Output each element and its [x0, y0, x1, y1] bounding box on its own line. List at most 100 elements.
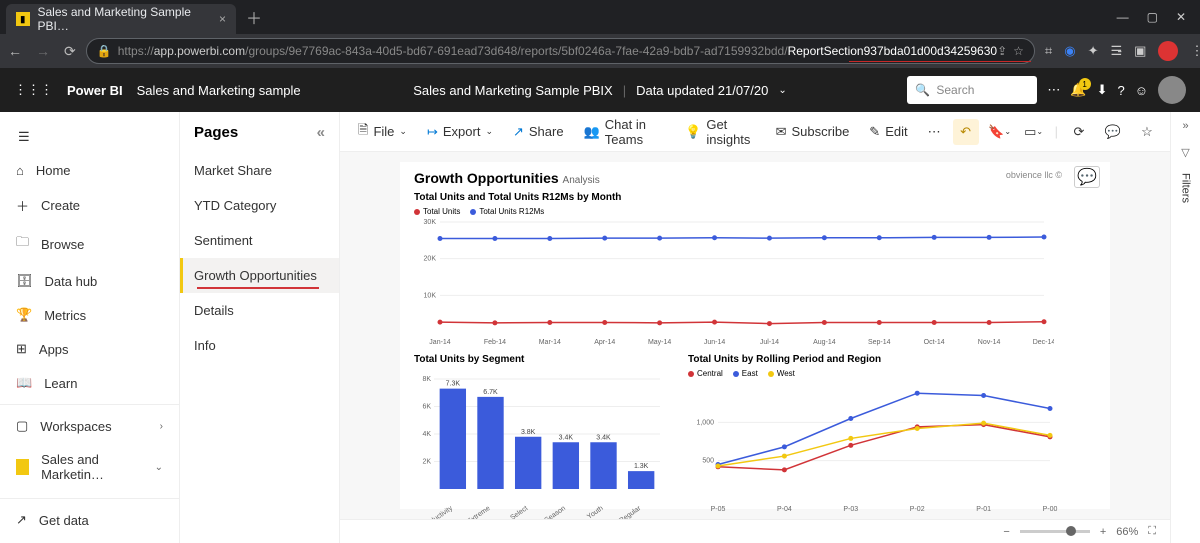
comments-button[interactable]: 💬: [1100, 119, 1126, 145]
pages-panel: Pages « Market ShareYTD CategorySentimen…: [180, 112, 340, 543]
search-input[interactable]: 🔍 Search: [907, 76, 1037, 104]
help-icon[interactable]: ?: [1117, 83, 1124, 98]
share-url-icon[interactable]: ⇪: [997, 44, 1007, 58]
file-menu[interactable]: 🗎File⌄: [350, 117, 415, 147]
tab-close-icon[interactable]: ×: [219, 12, 226, 26]
nav-browse[interactable]: 🗀Browse: [0, 224, 179, 264]
filter-icon[interactable]: ▽: [1181, 146, 1189, 159]
fit-page-button[interactable]: ⛶: [1148, 525, 1156, 538]
ext-3-icon[interactable]: ▣: [1134, 43, 1146, 59]
bookmark-star-icon[interactable]: ☆: [1013, 44, 1024, 58]
svg-text:3.4K: 3.4K: [596, 434, 611, 441]
visual-comment-button[interactable]: 💬: [1074, 166, 1100, 188]
pencil-icon: ✎: [869, 124, 880, 140]
browser-profile-avatar[interactable]: [1158, 41, 1178, 61]
browser-tab[interactable]: ▮ Sales and Marketing Sample PBI… ×: [6, 4, 236, 34]
right-rail: » ▽ Filters: [1170, 112, 1200, 543]
notifications-icon[interactable]: 🔔1: [1070, 82, 1086, 98]
nav-home[interactable]: ⌂Home: [0, 154, 179, 187]
url-highlight-underline: [849, 61, 1031, 62]
zoom-in-button[interactable]: +: [1100, 526, 1106, 538]
minimize-icon[interactable]: —: [1117, 10, 1129, 24]
expand-filters-icon[interactable]: »: [1182, 120, 1188, 132]
page-growth-opportunities[interactable]: Growth Opportunities: [180, 258, 339, 293]
svg-text:Jun-14: Jun-14: [704, 339, 726, 346]
get-insights-button[interactable]: 💡Get insights: [677, 113, 763, 151]
chat-teams-button[interactable]: 👥Chat in Teams: [576, 113, 674, 151]
svg-text:Select: Select: [509, 505, 529, 519]
svg-text:Nov-14: Nov-14: [978, 339, 1001, 346]
nav-apps[interactable]: ⊞Apps: [0, 332, 179, 366]
refresh-button[interactable]: ⟳: [1066, 119, 1092, 145]
reset-button[interactable]: ↶: [953, 119, 979, 145]
filters-label[interactable]: Filters: [1180, 173, 1192, 203]
nav-workspaces[interactable]: ▢Workspaces›: [0, 409, 179, 443]
page-sentiment[interactable]: Sentiment: [180, 223, 339, 258]
svg-text:6.7K: 6.7K: [483, 389, 498, 396]
maximize-icon[interactable]: ▢: [1147, 10, 1158, 24]
dots-menu-icon[interactable]: ⋯: [1047, 82, 1060, 98]
forward-icon[interactable]: →: [36, 43, 50, 59]
svg-text:Productivity: Productivity: [420, 505, 454, 519]
share-button[interactable]: ↗Share: [505, 120, 572, 144]
nav-learn[interactable]: 📖Learn: [0, 366, 179, 400]
svg-text:Jan-14: Jan-14: [429, 339, 451, 346]
edit-button[interactable]: ✎Edit: [861, 120, 915, 144]
collapse-pages-icon[interactable]: «: [317, 124, 325, 141]
zoom-out-button[interactable]: −: [1003, 526, 1009, 538]
svg-text:P-01: P-01: [976, 506, 991, 513]
ext-2-icon[interactable]: ☰̵: [1111, 43, 1123, 59]
nav-create[interactable]: ＋Create: [0, 187, 179, 224]
reload-icon[interactable]: ⟳: [64, 43, 76, 60]
browser-menu-icon[interactable]: ⋮: [1190, 43, 1200, 59]
page-ytd-category[interactable]: YTD Category: [180, 188, 339, 223]
grid-ext-icon[interactable]: ⌗: [1045, 43, 1052, 59]
svg-text:3.8K: 3.8K: [521, 429, 536, 436]
page-market-share[interactable]: Market Share: [180, 153, 339, 188]
chart-total-units-segment[interactable]: Total Units by Segment 2K4K6K8K7.3KProdu…: [414, 354, 674, 519]
bookmark-menu[interactable]: 🔖⌄: [987, 119, 1013, 145]
chevron-icon: ›: [160, 421, 163, 432]
zoom-slider[interactable]: [1020, 530, 1090, 533]
favorite-button[interactable]: ☆: [1134, 119, 1160, 145]
nav-data-hub[interactable]: 🗄Data hub: [0, 264, 179, 298]
search-icon: 🔍: [915, 83, 930, 97]
collapse-nav-button[interactable]: ☰: [0, 120, 179, 154]
chart-legend: CentralEastWest: [688, 369, 1096, 378]
chevron-down-icon[interactable]: ⌄: [778, 85, 786, 96]
get-data-button[interactable]: ↗ Get data: [0, 503, 180, 537]
svg-text:Extreme: Extreme: [466, 505, 491, 519]
nav-metrics[interactable]: 🏆Metrics: [0, 298, 179, 332]
export-icon: ↦: [427, 124, 438, 140]
download-icon[interactable]: ⬇: [1097, 82, 1108, 98]
svg-text:P-04: P-04: [777, 506, 792, 513]
back-icon[interactable]: ←: [8, 43, 22, 59]
workspaces-icon: ▢: [16, 418, 28, 434]
chart-legend: Total UnitsTotal Units R12Ms: [414, 207, 1096, 216]
view-menu[interactable]: ▭⌄: [1021, 119, 1047, 145]
canvas-footer: − + 66% ⛶: [340, 519, 1170, 543]
nav-ws[interactable]: Sales and Marketin…⌄: [0, 443, 179, 491]
new-tab-button[interactable]: ＋: [246, 5, 262, 29]
report-name: Sales and Marketing Sample PBIX: [413, 83, 612, 98]
chart-total-units-month[interactable]: Total Units and Total Units R12Ms by Mon…: [414, 192, 1096, 348]
data-updated-label[interactable]: Data updated 21/07/20: [636, 83, 768, 98]
close-window-icon[interactable]: ✕: [1176, 10, 1186, 24]
page-details[interactable]: Details: [180, 293, 339, 328]
user-avatar[interactable]: [1158, 76, 1186, 104]
subscribe-button[interactable]: ✉Subscribe: [768, 120, 858, 144]
ext-1-icon[interactable]: ◉: [1064, 43, 1075, 59]
report-canvas: Growth Opportunities Analysis obvience l…: [340, 152, 1170, 519]
workspace-name[interactable]: Sales and Marketing sample: [137, 83, 301, 98]
extensions-icon[interactable]: ✦: [1088, 43, 1099, 59]
more-menu[interactable]: ⋯: [920, 120, 949, 144]
svg-text:All Season: All Season: [536, 505, 568, 519]
brand-label[interactable]: Power BI: [67, 83, 123, 98]
url-input[interactable]: 🔒 https://app.powerbi.com/groups/9e7769a…: [86, 38, 1035, 64]
page-info[interactable]: Info: [180, 328, 339, 363]
chart-total-units-region[interactable]: Total Units by Rolling Period and Region…: [688, 354, 1096, 519]
export-menu[interactable]: ↦Export⌄: [419, 120, 501, 144]
zoom-level: 66%: [1116, 526, 1138, 538]
app-launcher-icon[interactable]: ⋮⋮⋮: [14, 82, 53, 98]
feedback-icon[interactable]: ☺: [1135, 83, 1148, 98]
